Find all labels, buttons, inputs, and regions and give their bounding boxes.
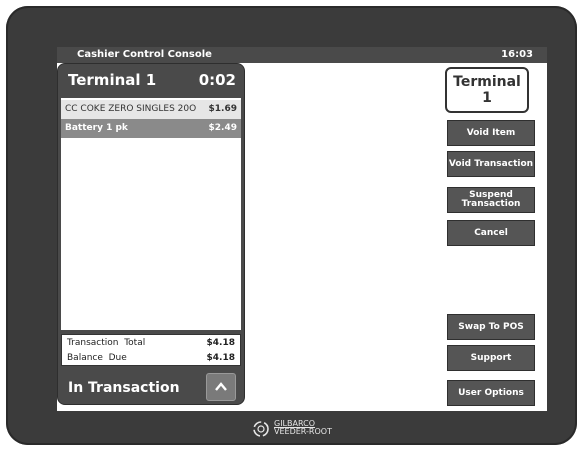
clock: 16:03 [501, 49, 533, 60]
total-value: $4.18 [206, 338, 235, 348]
terminal-panel: Terminal 1 0:02 CC COKE ZERO SINGLES 20O… [57, 63, 245, 405]
terminal-label: Terminal 1 [68, 71, 157, 89]
transaction-status: In Transaction [68, 380, 180, 396]
logo-line2: VEEDER-ROOT [274, 427, 332, 436]
balance-value: $4.18 [206, 353, 235, 363]
user-options-button[interactable]: User Options [447, 380, 535, 406]
item-name: Battery 1 pk [65, 123, 128, 133]
terminal-indicator-line2: 1 [482, 90, 492, 106]
list-item-selected[interactable]: Battery 1 pk $2.49 [61, 119, 241, 138]
totals-box: Transaction Total $4.18 Balance Due $4.1… [61, 334, 241, 366]
terminal-indicator: Terminal 1 [445, 67, 529, 113]
transaction-total-row: Transaction Total $4.18 [62, 335, 240, 350]
list-item[interactable]: CC COKE ZERO SINGLES 20O $1.69 [61, 100, 241, 119]
balance-label: Balance Due [67, 353, 127, 363]
scroll-up-button[interactable] [206, 373, 236, 401]
item-price: $2.49 [208, 123, 237, 133]
item-name: CC COKE ZERO SINGLES 20O [65, 104, 197, 114]
swap-to-pos-button[interactable]: Swap To POS [447, 314, 535, 340]
total-label: Transaction Total [67, 338, 146, 348]
logo-text: GILBARCO VEEDER-ROOT [274, 420, 332, 436]
title-bar: Cashier Control Console 16:03 [57, 47, 547, 63]
void-item-button[interactable]: Void Item [447, 120, 535, 146]
item-price: $1.69 [208, 104, 237, 114]
chevron-up-icon [215, 382, 227, 391]
transaction-timer: 0:02 [198, 71, 236, 89]
gilbarco-logo-icon [253, 421, 269, 437]
balance-due-row: Balance Due $4.18 [62, 350, 240, 365]
terminal-indicator-line1: Terminal [453, 74, 521, 90]
window-title: Cashier Control Console [77, 49, 212, 60]
void-transaction-button[interactable]: Void Transaction [447, 151, 535, 177]
screen: Cashier Control Console 16:03 Terminal 1… [57, 47, 547, 411]
suspend-label-line2: Transaction [461, 199, 521, 209]
panel-header: Terminal 1 0:02 [58, 64, 244, 96]
suspend-transaction-button[interactable]: Suspend Transaction [447, 187, 535, 213]
support-button[interactable]: Support [447, 345, 535, 371]
item-list[interactable]: CC COKE ZERO SINGLES 20O $1.69 Battery 1… [61, 98, 241, 330]
cancel-button[interactable]: Cancel [447, 220, 535, 246]
